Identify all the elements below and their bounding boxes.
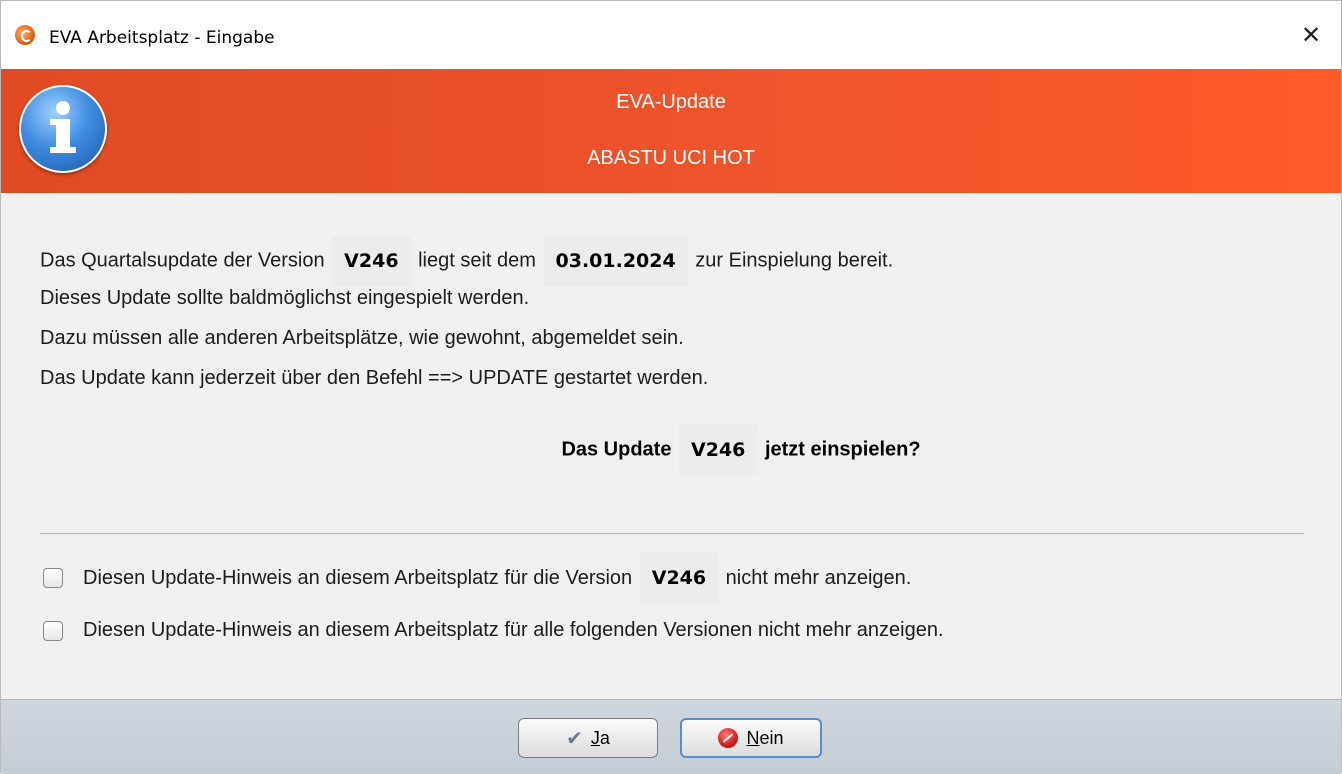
yes-button[interactable]: ✔ Ja: [518, 718, 658, 758]
message-line-1: Das Quartalsupdate der Version V246 lieg…: [40, 236, 893, 286]
option-label: Diesen Update-Hinweis an diesem Arbeitsp…: [83, 566, 633, 589]
banner-title: EVA-Update: [616, 91, 726, 113]
checkmark-icon: ✔: [566, 726, 583, 750]
yes-mnemonic: J: [590, 727, 600, 748]
window-title: EVA Arbeitsplatz - Eingabe: [49, 28, 275, 48]
checkbox-hide-all-versions[interactable]: [43, 620, 63, 641]
question-text: Das Update: [561, 438, 672, 461]
no-mnemonic: N: [746, 727, 760, 748]
eva-app-icon: [15, 25, 35, 45]
stop-icon: [718, 728, 739, 748]
option-label: Diesen Update-Hinweis an diesem Arbeitsp…: [83, 619, 944, 641]
question-version-field: V246: [679, 425, 758, 475]
message-text: Das Quartalsupdate der Version: [40, 249, 325, 272]
message-text: liegt seit dem: [418, 249, 536, 272]
message-line-4: Das Update kann jederzeit über den Befeh…: [40, 367, 709, 389]
title-bar[interactable]: EVA Arbeitsplatz - Eingabe ✕: [1, 1, 1341, 69]
option-hide-this-version[interactable]: Diesen Update-Hinweis an diesem Arbeitsp…: [43, 553, 911, 603]
message-content: Das Quartalsupdate der Version V246 lieg…: [1, 193, 1341, 699]
header-banner: EVA-Update ABASTU UCI HOT: [1, 69, 1341, 193]
dialog-window: EVA Arbeitsplatz - Eingabe ✕ EVA-Update …: [0, 0, 1342, 774]
banner-subtitle: ABASTU UCI HOT: [587, 147, 755, 169]
option-hide-all-versions[interactable]: Diesen Update-Hinweis an diesem Arbeitsp…: [43, 619, 944, 642]
yes-label: a: [599, 727, 610, 748]
message-text: zur Einspielung bereit.: [695, 249, 894, 272]
no-button[interactable]: Nein: [680, 718, 822, 758]
close-button[interactable]: ✕: [1295, 19, 1327, 51]
question-text: jetzt einspielen?: [764, 438, 921, 461]
confirmation-question: Das Update V246 jetzt einspielen?: [141, 425, 1341, 475]
option-version-field: V246: [639, 553, 719, 603]
message-line-3: Dazu müssen alle anderen Arbeitsplätze, …: [40, 327, 684, 349]
no-label: ein: [759, 727, 784, 748]
option-label: nicht mehr anzeigen.: [725, 566, 912, 589]
message-line-2: Dieses Update sollte baldmöglichst einge…: [40, 287, 530, 309]
version-field: V246: [332, 236, 411, 286]
button-bar: ✔ Ja Nein: [1, 699, 1341, 774]
date-field: 03.01.2024: [543, 236, 688, 286]
checkbox-hide-this-version[interactable]: [43, 568, 63, 588]
divider: [40, 533, 1304, 534]
